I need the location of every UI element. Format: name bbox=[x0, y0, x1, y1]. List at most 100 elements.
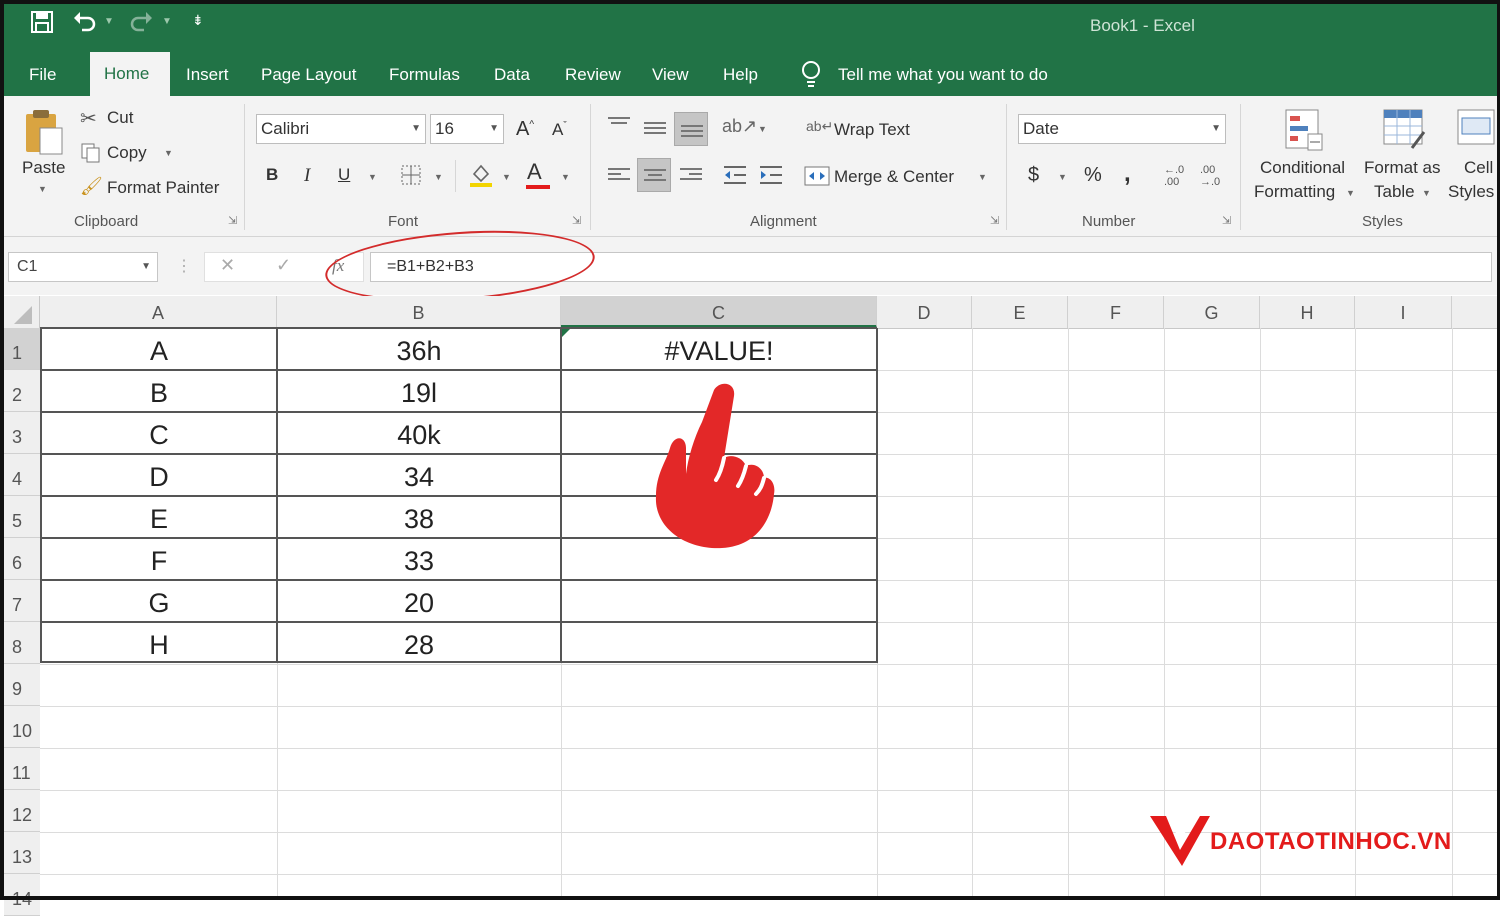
row-header-5[interactable]: 5 bbox=[4, 496, 40, 538]
select-all-button[interactable] bbox=[4, 296, 40, 328]
orientation-dropdown-icon[interactable]: ▼ bbox=[758, 124, 767, 134]
align-bottom-button[interactable] bbox=[674, 112, 708, 146]
row-header-6[interactable]: 6 bbox=[4, 538, 40, 580]
row-header-9[interactable]: 9 bbox=[4, 664, 40, 706]
currency-dropdown-icon[interactable]: ▼ bbox=[1058, 172, 1067, 182]
column-header-d[interactable]: D bbox=[877, 296, 972, 328]
format-painter-button[interactable]: Format Painter bbox=[107, 178, 219, 198]
row-header-7[interactable]: 7 bbox=[4, 580, 40, 622]
tell-me-search[interactable]: Tell me what you want to do bbox=[838, 63, 1048, 87]
name-box[interactable]: C1 ▼ bbox=[8, 252, 158, 282]
undo-dropdown-icon[interactable]: ▼ bbox=[104, 16, 114, 27]
column-header-e[interactable]: E bbox=[972, 296, 1068, 328]
underline-button[interactable]: U bbox=[338, 165, 350, 185]
undo-icon[interactable] bbox=[72, 10, 98, 40]
row-header-12[interactable]: 12 bbox=[4, 790, 40, 832]
tab-view[interactable]: View bbox=[652, 63, 689, 87]
paste-button[interactable]: Paste bbox=[22, 158, 65, 178]
redo-icon[interactable] bbox=[128, 10, 154, 40]
row-header-11[interactable]: 11 bbox=[4, 748, 40, 790]
cell-styles-label-2[interactable]: Styles bbox=[1448, 182, 1494, 202]
cell-b6[interactable]: 33 bbox=[278, 538, 560, 580]
row-header-10[interactable]: 10 bbox=[4, 706, 40, 748]
clipboard-launcher-icon[interactable]: ⇲ bbox=[228, 214, 237, 227]
drag-handle-icon[interactable]: ⋮ bbox=[176, 256, 192, 276]
format-as-table-icon[interactable] bbox=[1382, 108, 1426, 157]
tab-help[interactable]: Help bbox=[723, 63, 758, 87]
row-header-1[interactable]: 1 bbox=[4, 328, 40, 370]
conditional-formatting-label-1[interactable]: Conditional bbox=[1260, 158, 1345, 178]
cell-a3[interactable]: C bbox=[42, 412, 276, 454]
bold-button[interactable]: B bbox=[266, 165, 278, 185]
borders-icon[interactable] bbox=[400, 164, 422, 191]
copy-icon[interactable] bbox=[80, 142, 102, 169]
number-launcher-icon[interactable]: ⇲ bbox=[1222, 214, 1231, 227]
row-header-2[interactable]: 2 bbox=[4, 370, 40, 412]
format-as-table-label-2[interactable]: Table bbox=[1374, 182, 1415, 202]
redo-dropdown-icon[interactable]: ▼ bbox=[162, 16, 172, 27]
cell-b2[interactable]: 19l bbox=[278, 370, 560, 412]
copy-dropdown-icon[interactable]: ▼ bbox=[164, 148, 173, 158]
number-format-select[interactable]: Date ▼ bbox=[1018, 114, 1226, 144]
cut-button[interactable]: Cut bbox=[107, 108, 133, 128]
row-header-14[interactable]: 14 bbox=[4, 874, 40, 916]
format-painter-icon[interactable]: 🖌 bbox=[80, 176, 103, 197]
column-header-i[interactable]: I bbox=[1355, 296, 1452, 328]
row-header-4[interactable]: 4 bbox=[4, 454, 40, 496]
font-size-select[interactable]: 16 ▼ bbox=[430, 114, 504, 144]
cell-b8[interactable]: 28 bbox=[278, 622, 560, 664]
row-header-3[interactable]: 3 bbox=[4, 412, 40, 454]
cell-b1[interactable]: 36h bbox=[278, 328, 560, 370]
cell-a1[interactable]: A bbox=[42, 328, 276, 370]
align-left-icon[interactable] bbox=[608, 168, 630, 184]
cell-a5[interactable]: E bbox=[42, 496, 276, 538]
cell-a4[interactable]: D bbox=[42, 454, 276, 496]
currency-button[interactable]: $ bbox=[1028, 164, 1039, 187]
tab-review[interactable]: Review bbox=[565, 63, 621, 87]
comma-style-button[interactable]: , bbox=[1124, 160, 1131, 188]
increase-decimal-icon[interactable]: ←.0.00 bbox=[1164, 164, 1184, 188]
column-header-b[interactable]: B bbox=[277, 296, 561, 328]
paste-dropdown-icon[interactable]: ▼ bbox=[38, 184, 47, 194]
conditional-formatting-icon[interactable] bbox=[1284, 108, 1324, 157]
tab-file[interactable]: File bbox=[29, 63, 56, 87]
font-launcher-icon[interactable]: ⇲ bbox=[572, 214, 581, 227]
align-right-icon[interactable] bbox=[680, 168, 702, 184]
column-header-a[interactable]: A bbox=[40, 296, 277, 328]
merge-center-icon[interactable] bbox=[804, 166, 830, 191]
shrink-font-button[interactable]: Aˇ bbox=[552, 120, 567, 140]
align-center-button[interactable] bbox=[637, 158, 671, 192]
borders-dropdown-icon[interactable]: ▼ bbox=[434, 172, 443, 182]
merge-center-button[interactable]: Merge & Center bbox=[834, 167, 954, 187]
enter-button[interactable]: ✓ bbox=[276, 255, 291, 276]
column-header-f[interactable]: F bbox=[1068, 296, 1164, 328]
cell-styles-icon[interactable] bbox=[1456, 108, 1496, 157]
tab-page-layout[interactable]: Page Layout bbox=[261, 63, 356, 87]
increase-indent-icon[interactable] bbox=[758, 164, 784, 191]
merge-dropdown-icon[interactable]: ▼ bbox=[978, 172, 987, 182]
font-color-button[interactable]: A bbox=[527, 159, 542, 185]
wrap-text-icon[interactable]: ab↵ bbox=[806, 118, 833, 135]
row-header-8[interactable]: 8 bbox=[4, 622, 40, 664]
cell-a8[interactable]: H bbox=[42, 622, 276, 664]
conditional-formatting-label-2[interactable]: Formatting bbox=[1254, 182, 1335, 202]
save-icon[interactable] bbox=[30, 10, 54, 40]
cell-styles-label-1[interactable]: Cell bbox=[1464, 158, 1493, 178]
tab-home[interactable]: Home bbox=[90, 52, 170, 98]
decrease-decimal-icon[interactable]: .00 →.0 bbox=[1200, 164, 1220, 188]
fill-color-icon[interactable] bbox=[468, 162, 494, 193]
grow-font-button[interactable]: A^ bbox=[516, 118, 534, 141]
decrease-indent-icon[interactable] bbox=[722, 164, 748, 191]
row-header-13[interactable]: 13 bbox=[4, 832, 40, 874]
tab-insert[interactable]: Insert bbox=[186, 63, 229, 87]
cell-b5[interactable]: 38 bbox=[278, 496, 560, 538]
cell-b3[interactable]: 40k bbox=[278, 412, 560, 454]
copy-button[interactable]: Copy bbox=[107, 143, 147, 163]
column-header-c[interactable]: C bbox=[561, 296, 877, 328]
column-header-h[interactable]: H bbox=[1260, 296, 1355, 328]
percent-button[interactable]: % bbox=[1084, 164, 1102, 187]
tab-formulas[interactable]: Formulas bbox=[389, 63, 460, 87]
cell-a6[interactable]: F bbox=[42, 538, 276, 580]
column-header-g[interactable]: G bbox=[1164, 296, 1260, 328]
cell-a7[interactable]: G bbox=[42, 580, 276, 622]
